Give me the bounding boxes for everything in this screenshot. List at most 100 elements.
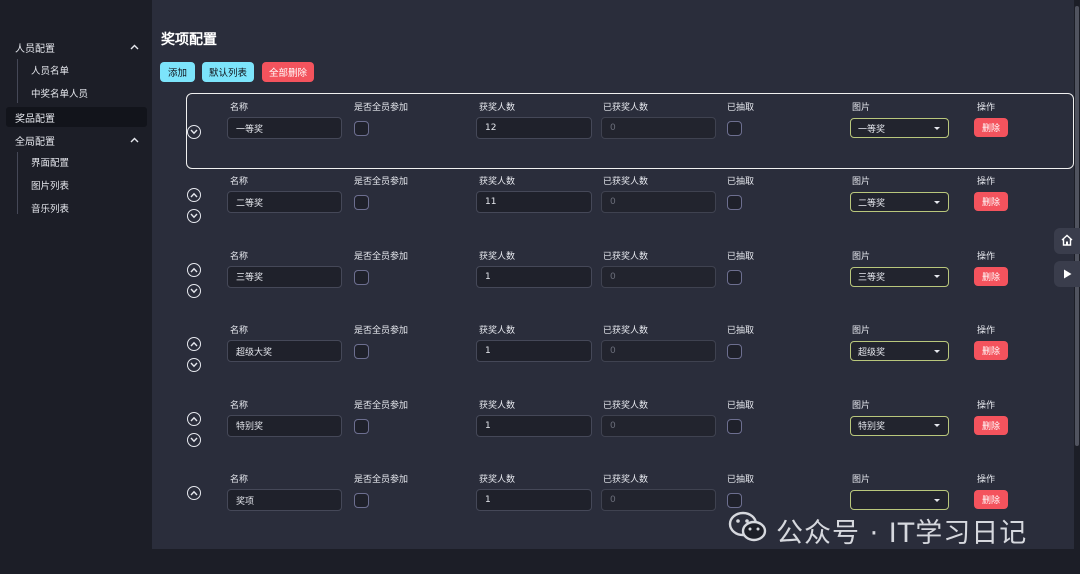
default-list-button[interactable]: 默认列表 xyxy=(202,62,254,82)
drawn-checkbox[interactable] xyxy=(727,493,742,508)
drawn-checkbox[interactable] xyxy=(727,269,742,285)
move-down-icon[interactable] xyxy=(187,432,201,447)
move-up-icon[interactable] xyxy=(187,486,201,500)
move-up-icon[interactable] xyxy=(187,262,201,277)
menu-item-ui-config[interactable]: 界面配置 xyxy=(31,153,69,171)
column-label-image: 图片 xyxy=(852,177,871,188)
image-select[interactable]: 二等奖 xyxy=(850,192,949,213)
column-label-actions: 操作 xyxy=(977,103,996,113)
image-select[interactable]: 一等奖 xyxy=(850,118,949,138)
column-label-drawn: 已抽取 xyxy=(727,103,755,113)
menu-item-winner-list[interactable]: 中奖名单人员 xyxy=(31,84,88,102)
prize-name-input[interactable]: 一等奖 xyxy=(227,117,342,139)
drawn-checkbox[interactable] xyxy=(727,418,742,434)
column-label-actions: 操作 xyxy=(977,251,996,262)
image-select[interactable]: 特别奖 xyxy=(850,415,949,436)
all-join-checkbox[interactable] xyxy=(354,195,369,211)
drawn-checkbox[interactable] xyxy=(727,121,742,136)
column-label-name: 名称 xyxy=(230,326,249,337)
menu-item-people-list[interactable]: 人员名单 xyxy=(31,61,69,79)
already-won-input: 0 xyxy=(601,265,716,288)
column-label-all-join: 是否全员参加 xyxy=(354,475,409,485)
already-won-input: 0 xyxy=(601,414,716,437)
sidebar: 人员配置 人员名单 中奖名单人员 奖品配置 全局配置 界面配置 图片列表 音乐列… xyxy=(0,0,152,574)
menu-group-label: 全局配置 xyxy=(15,136,55,148)
prize-name-input[interactable]: 超级大奖 xyxy=(227,340,342,363)
tree-line xyxy=(17,152,18,214)
prize-name-input[interactable]: 特别奖 xyxy=(227,414,342,437)
image-select[interactable]: 超级奖 xyxy=(850,341,949,362)
chevron-up-icon xyxy=(129,42,139,52)
menu-item-music-list[interactable]: 音乐列表 xyxy=(31,199,69,217)
drawn-checkbox[interactable] xyxy=(727,344,742,360)
page-title: 奖项配置 xyxy=(161,32,217,48)
all-join-checkbox[interactable] xyxy=(354,493,369,508)
column-label-image: 图片 xyxy=(852,475,871,485)
delete-button[interactable]: 删除 xyxy=(974,266,1008,286)
menu-item-prize-config[interactable]: 奖品配置 xyxy=(6,107,147,127)
prize-name-input[interactable]: 二等奖 xyxy=(227,191,342,214)
column-label-drawn: 已抽取 xyxy=(727,475,755,485)
winner-count-input[interactable]: 1 xyxy=(476,265,592,288)
move-down-icon[interactable] xyxy=(187,283,201,298)
column-label-already-won: 已获奖人数 xyxy=(603,251,649,262)
add-button[interactable]: 添加 xyxy=(160,62,195,82)
column-label-actions: 操作 xyxy=(977,400,996,411)
winner-count-input[interactable]: 1 xyxy=(476,340,592,363)
menu-group-people[interactable]: 人员配置 xyxy=(15,37,145,57)
column-label-actions: 操作 xyxy=(977,475,996,485)
column-label-image: 图片 xyxy=(852,251,871,262)
watermark: 公众号 · IT学习日记 xyxy=(728,510,1027,550)
column-label-drawn: 已抽取 xyxy=(727,400,755,411)
column-label-all-join: 是否全员参加 xyxy=(354,177,409,188)
delete-button[interactable]: 删除 xyxy=(974,490,1008,509)
all-join-checkbox[interactable] xyxy=(354,121,369,136)
column-label-all-join: 是否全员参加 xyxy=(354,400,409,411)
all-join-checkbox[interactable] xyxy=(354,269,369,285)
prize-name-input[interactable]: 三等奖 xyxy=(227,265,342,288)
column-label-winner-count: 获奖人数 xyxy=(479,177,516,188)
image-select-value: 特别奖 xyxy=(858,422,886,433)
column-label-image: 图片 xyxy=(852,326,871,337)
caret-down-icon xyxy=(934,424,940,428)
column-label-name: 名称 xyxy=(230,103,249,113)
delete-button[interactable]: 删除 xyxy=(974,341,1008,361)
column-label-winner-count: 获奖人数 xyxy=(479,251,516,262)
menu-group-global[interactable]: 全局配置 xyxy=(15,130,145,150)
already-won-input: 0 xyxy=(601,117,716,139)
winner-count-input[interactable]: 1 xyxy=(476,414,592,437)
column-label-already-won: 已获奖人数 xyxy=(603,400,649,411)
delete-button[interactable]: 删除 xyxy=(974,415,1008,435)
watermark-text: 公众号 · IT学习日记 xyxy=(776,517,1028,549)
scrollbar-thumb[interactable] xyxy=(1075,6,1079,446)
column-label-name: 名称 xyxy=(230,251,249,262)
image-select[interactable] xyxy=(850,490,949,510)
home-button[interactable] xyxy=(1054,228,1080,254)
delete-button[interactable]: 删除 xyxy=(974,118,1008,137)
delete-all-button[interactable]: 全部删除 xyxy=(262,62,314,82)
winner-count-input[interactable]: 1 xyxy=(476,489,592,511)
play-button[interactable] xyxy=(1054,261,1080,287)
column-label-drawn: 已抽取 xyxy=(727,251,755,262)
winner-count-input[interactable]: 11 xyxy=(476,191,592,214)
all-join-checkbox[interactable] xyxy=(354,344,369,360)
caret-down-icon xyxy=(934,275,940,279)
delete-button[interactable]: 删除 xyxy=(974,192,1008,212)
column-label-name: 名称 xyxy=(230,475,249,485)
column-label-actions: 操作 xyxy=(977,326,996,337)
column-label-already-won: 已获奖人数 xyxy=(603,103,649,113)
menu-item-image-list[interactable]: 图片列表 xyxy=(31,176,69,194)
drawn-checkbox[interactable] xyxy=(727,195,742,211)
image-select[interactable]: 三等奖 xyxy=(850,266,949,287)
scrollbar[interactable] xyxy=(1074,0,1080,574)
move-down-icon[interactable] xyxy=(187,125,201,139)
winner-count-input[interactable]: 12 xyxy=(476,117,592,139)
all-join-checkbox[interactable] xyxy=(354,418,369,434)
column-label-already-won: 已获奖人数 xyxy=(603,475,649,485)
column-label-winner-count: 获奖人数 xyxy=(479,326,516,337)
wechat-icon xyxy=(728,510,776,551)
prize-name-input[interactable]: 奖项 xyxy=(227,489,342,511)
column-label-image: 图片 xyxy=(852,400,871,411)
image-select-value: 超级奖 xyxy=(858,347,886,358)
move-up-icon[interactable] xyxy=(187,411,201,426)
